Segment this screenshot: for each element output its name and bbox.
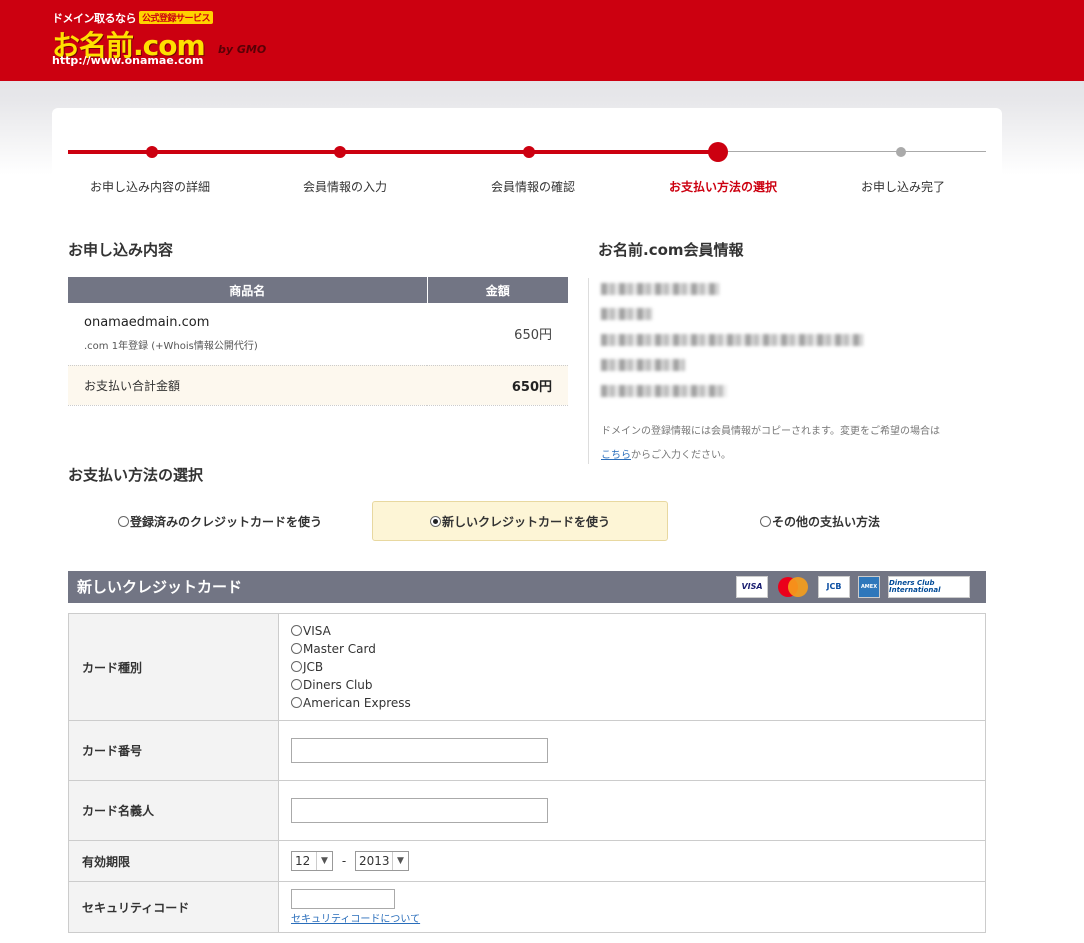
order-item-price: 650円: [427, 303, 568, 366]
order-col-name: 商品名: [68, 277, 428, 303]
radio-new-card[interactable]: [429, 515, 441, 527]
member-edit-link[interactable]: こちら: [601, 450, 631, 461]
onamae-logo[interactable]: ドメイン取るなら 公式登録サービス お名前.com http://www.onam…: [52, 10, 274, 68]
order-total-label: お支払い合計金額: [68, 365, 427, 406]
cvv-input[interactable]: [291, 889, 395, 909]
credit-card-title: 新しいクレジットカード: [77, 578, 243, 596]
payment-option-saved-card[interactable]: 登録済みのクレジットカードを使う: [72, 501, 368, 541]
mastercard-logo-icon: [776, 576, 810, 598]
order-title: お申し込み内容: [68, 241, 174, 259]
order-item-row: onamaedmain.com .com 1年登録 (+Whois情報公開代行)…: [68, 303, 568, 366]
step-dot-3: [523, 146, 535, 158]
radio-other[interactable]: [759, 515, 771, 527]
order-total-row: お支払い合計金額 650円: [68, 365, 568, 406]
step-dot-current: [708, 142, 728, 162]
cvv-help-link[interactable]: セキュリティコードについて: [291, 910, 985, 925]
order-table: 商品名 金額 onamaedmain.com .com 1年登録 (+Whois…: [68, 277, 568, 406]
member-name-redacted: [601, 283, 719, 295]
credit-card-form: カード種別 VISA Master Card JCB Diners Club A…: [68, 613, 986, 933]
payment-option-new-card[interactable]: 新しいクレジットカードを使う: [372, 501, 668, 541]
order-total-price: 650円: [427, 365, 568, 406]
step-dot-2: [334, 146, 346, 158]
diners-logo-icon: Diners Club International: [888, 576, 970, 598]
card-number-input[interactable]: [291, 738, 548, 763]
member-org-redacted: [601, 308, 653, 320]
card-type-visa[interactable]: VISA: [291, 622, 985, 640]
card-type-options: VISA Master Card JCB Diners Club America…: [291, 622, 985, 712]
step-dot-5: [896, 147, 906, 157]
step-label-5: お申し込み完了: [860, 180, 946, 194]
step-label-1: お申し込み内容の詳細: [89, 180, 211, 194]
member-phone-redacted: [601, 359, 685, 371]
chevron-down-icon: ▼: [316, 852, 332, 870]
card-type-label: カード種別: [68, 613, 279, 721]
member-info: ドメインの登録情報には会員情報がコピーされます。変更をご希望の場合は こちらから…: [588, 278, 978, 464]
card-type-diners[interactable]: Diners Club: [291, 676, 985, 694]
logo-badge: 公式登録サービス: [139, 11, 214, 24]
cvv-label: セキュリティコード: [68, 881, 279, 933]
site-header: ドメイン取るなら 公式登録サービス お名前.com http://www.onam…: [0, 0, 1084, 81]
chevron-down-icon: ▼: [392, 852, 408, 870]
card-type-mastercard[interactable]: Master Card: [291, 640, 985, 658]
logo-gmo: by GMO: [218, 43, 267, 56]
progress-steps: お申し込み内容の詳細 会員情報の入力 会員情報の確認 お支払い方法の選択 お申し…: [68, 140, 986, 200]
card-type-jcb[interactable]: JCB: [291, 658, 985, 676]
card-number-label: カード番号: [68, 720, 279, 781]
expiry-separator: -: [341, 853, 347, 868]
member-title: お名前.com会員情報: [598, 241, 744, 259]
amex-logo-icon: AMEX: [858, 576, 880, 598]
order-item-name: onamaedmain.com: [84, 315, 210, 331]
card-logos: VISA JCB AMEX Diners Club International: [736, 576, 970, 598]
expiry-year-select[interactable]: 2013 ▼: [355, 851, 409, 871]
member-address-redacted: [601, 334, 863, 346]
payment-option-other[interactable]: その他の支払い方法: [672, 501, 968, 541]
radio-saved-card[interactable]: [117, 515, 129, 527]
expiry-month-select[interactable]: 12 ▼: [291, 851, 333, 871]
jcb-logo-icon: JCB: [818, 576, 850, 598]
card-holder-label: カード名義人: [68, 780, 279, 841]
progress-line-done: [68, 150, 718, 154]
credit-card-header: 新しいクレジットカード VISA JCB AMEX Diners Club In…: [68, 571, 986, 603]
step-label-2: 会員情報の入力: [302, 180, 388, 194]
order-col-price: 金額: [427, 277, 568, 303]
step-dot-1: [146, 146, 158, 158]
member-email-redacted: [601, 385, 727, 397]
progress-line-todo: [718, 151, 986, 152]
main-panel: お申し込み内容の詳細 会員情報の入力 会員情報の確認 お支払い方法の選択 お申し…: [52, 108, 1002, 943]
member-note: ドメインの登録情報には会員情報がコピーされます。変更をご希望の場合は こちらから…: [601, 426, 940, 461]
step-label-current: お支払い方法の選択: [668, 180, 778, 194]
logo-url: http://www.onamae.com: [52, 54, 204, 67]
payment-title: お支払い方法の選択: [68, 466, 204, 484]
card-type-amex[interactable]: American Express: [291, 694, 985, 712]
card-holder-input[interactable]: [291, 798, 548, 823]
expiry-label: 有効期限: [68, 840, 279, 882]
step-label-3: 会員情報の確認: [490, 180, 576, 194]
order-item-detail: .com 1年登録 (+Whois情報公開代行): [84, 341, 258, 353]
visa-logo-icon: VISA: [736, 576, 768, 598]
